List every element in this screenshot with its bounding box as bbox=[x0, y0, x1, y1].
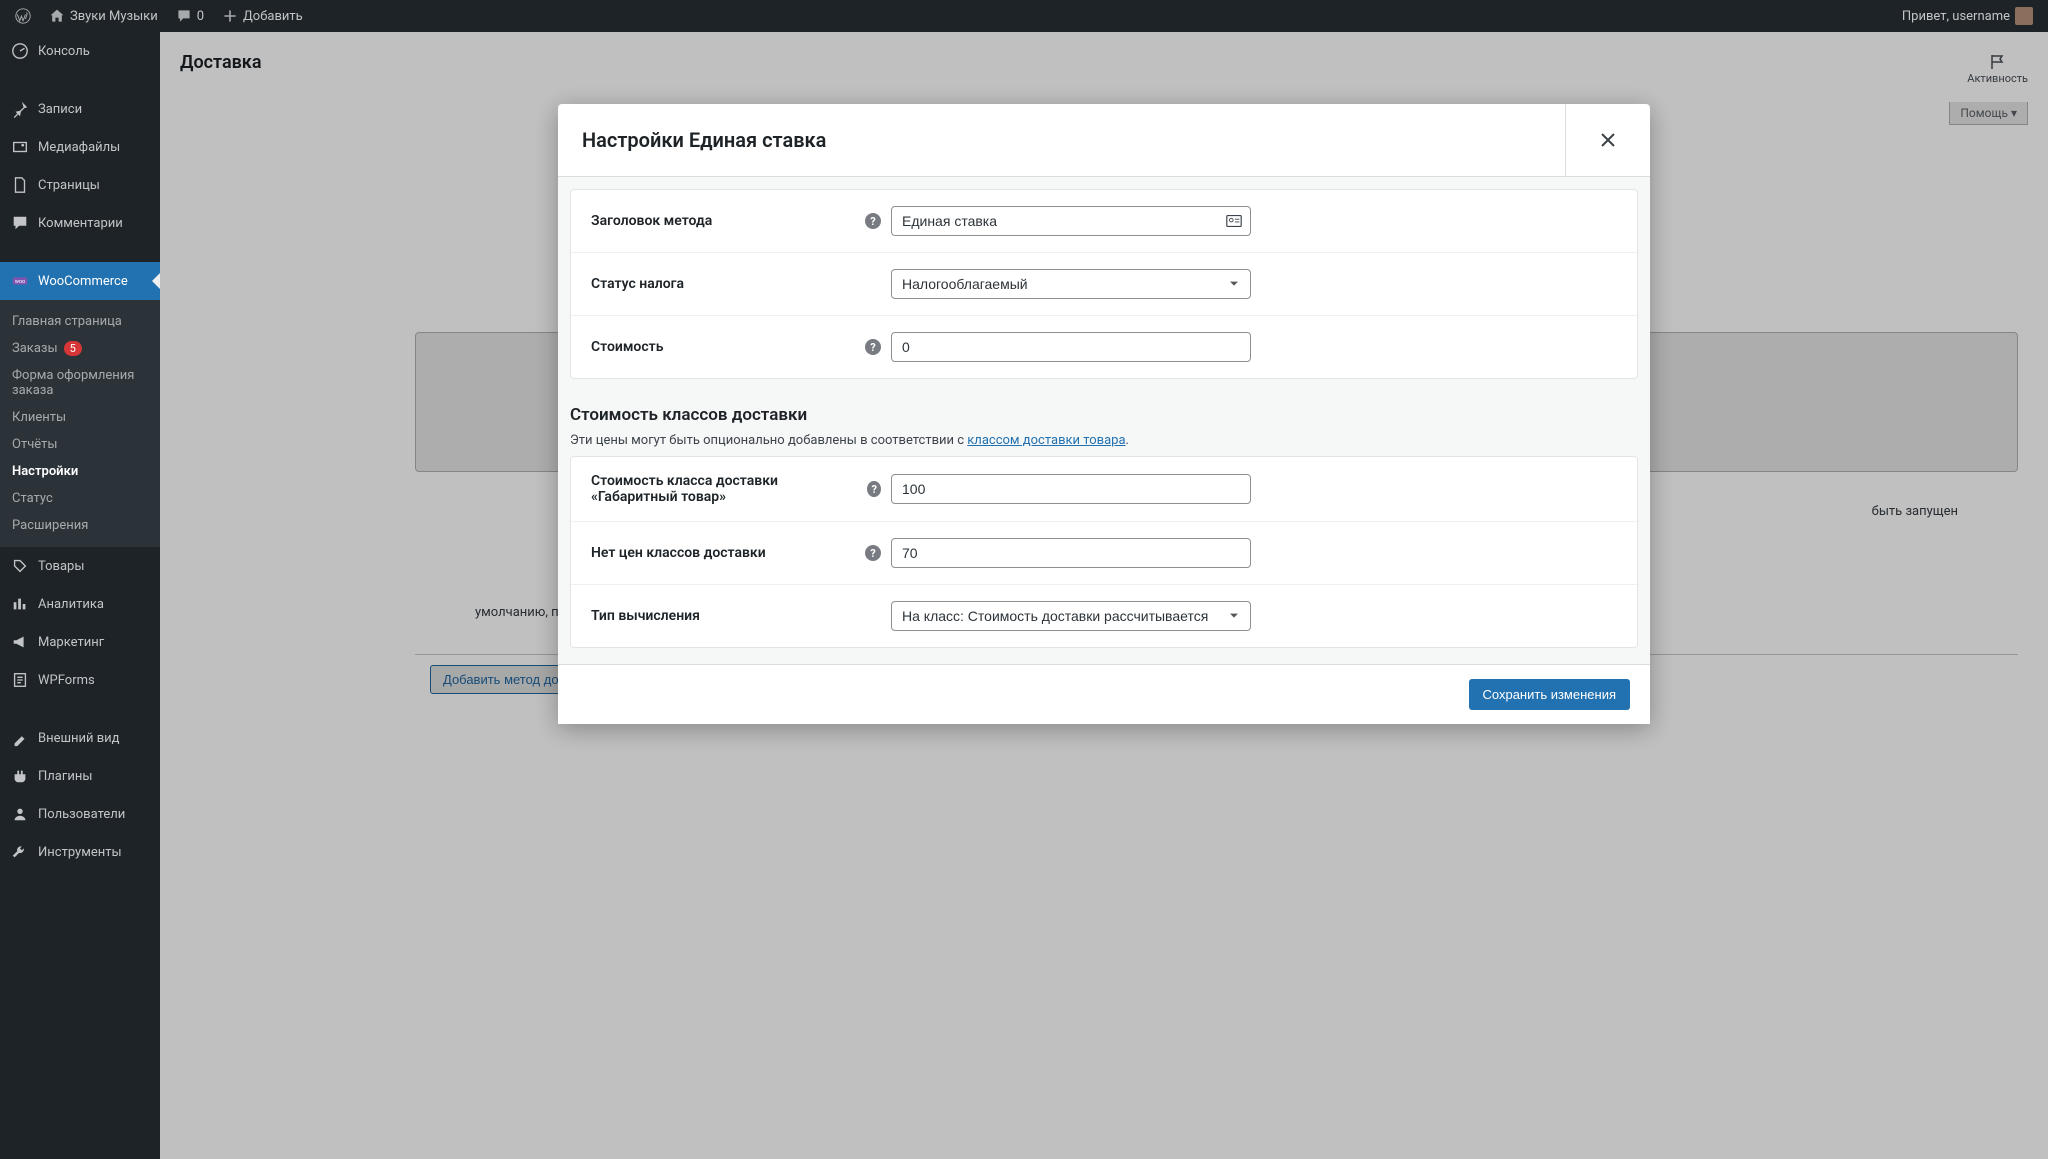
analytics-icon bbox=[10, 594, 30, 614]
page-icon bbox=[10, 175, 30, 195]
sidebar-subitem-status[interactable]: Статус bbox=[0, 485, 160, 512]
avatar bbox=[2015, 7, 2033, 25]
sidebar-item-marketing[interactable]: Маркетинг bbox=[0, 623, 160, 661]
admin-bar: Звуки Музыки 0 Добавить Привет, username bbox=[0, 0, 2048, 32]
cost-label: Стоимость bbox=[591, 339, 663, 355]
sidebar-subitem-extensions[interactable]: Расширения bbox=[0, 512, 160, 539]
comments-link[interactable]: 0 bbox=[171, 8, 209, 24]
modal-title: Настройки Единая ставка bbox=[582, 128, 826, 152]
help-icon[interactable]: ? bbox=[865, 213, 881, 229]
flat-rate-settings-modal: Настройки Единая ставка Заголовок метода… bbox=[558, 104, 1650, 724]
sidebar-subitem-settings[interactable]: Настройки bbox=[0, 458, 160, 485]
sidebar-label: Внешний вид bbox=[38, 731, 120, 746]
sidebar-label: Пользователи bbox=[38, 807, 125, 822]
home-icon bbox=[49, 8, 65, 24]
plugins-icon bbox=[10, 766, 30, 786]
method-title-input[interactable] bbox=[891, 206, 1251, 236]
marketing-icon bbox=[10, 632, 30, 652]
tax-status-label: Статус налога bbox=[591, 276, 684, 292]
wp-logo[interactable] bbox=[10, 8, 36, 24]
woocommerce-icon: woo bbox=[10, 271, 30, 291]
tools-icon bbox=[10, 842, 30, 862]
comment-icon bbox=[176, 8, 192, 24]
sidebar-item-plugins[interactable]: Плагины bbox=[0, 757, 160, 795]
sidebar-item-woocommerce[interactable]: woo WooCommerce bbox=[0, 262, 160, 300]
sidebar-item-pages[interactable]: Страницы bbox=[0, 166, 160, 204]
sidebar-label: Маркетинг bbox=[38, 635, 104, 650]
comment-icon bbox=[10, 213, 30, 233]
media-icon bbox=[10, 137, 30, 157]
sidebar-subitem-reports[interactable]: Отчёты bbox=[0, 431, 160, 458]
calc-type-label: Тип вычисления bbox=[591, 608, 700, 624]
greeting-text: Привет, username bbox=[1902, 9, 2010, 24]
sidebar-item-users[interactable]: Пользователи bbox=[0, 795, 160, 833]
wordpress-icon bbox=[15, 8, 31, 24]
sidebar-item-console[interactable]: Консоль bbox=[0, 32, 160, 70]
sidebar-label: Консоль bbox=[38, 44, 90, 59]
comment-count: 0 bbox=[197, 9, 204, 24]
sidebar-item-wpforms[interactable]: WPForms bbox=[0, 661, 160, 699]
wpforms-icon bbox=[10, 670, 30, 690]
shipping-class-heading: Стоимость классов доставки bbox=[570, 405, 1638, 425]
sidebar-subitem-customers[interactable]: Клиенты bbox=[0, 404, 160, 431]
sidebar-item-posts[interactable]: Записи bbox=[0, 90, 160, 128]
dashboard-icon bbox=[10, 41, 30, 61]
close-icon bbox=[1601, 133, 1615, 147]
sidebar-label: Инструменты bbox=[38, 845, 122, 860]
main-content: Доставка Активность Помощь ▾ быть запуще… bbox=[160, 32, 2048, 1159]
plus-icon bbox=[222, 8, 238, 24]
sidebar-label: Аналитика bbox=[38, 597, 104, 612]
sidebar-label: WooCommerce bbox=[38, 274, 128, 289]
sidebar-item-media[interactable]: Медиафайлы bbox=[0, 128, 160, 166]
orders-badge: 5 bbox=[64, 341, 82, 356]
calc-type-select[interactable]: На класс: Стоимость доставки рассчитывае… bbox=[891, 601, 1251, 631]
add-new-link[interactable]: Добавить bbox=[217, 8, 308, 24]
appearance-icon bbox=[10, 728, 30, 748]
help-icon[interactable]: ? bbox=[865, 339, 881, 355]
admin-sidebar: Консоль Записи Медиафайлы Страницы Комме… bbox=[0, 32, 160, 1159]
sidebar-label: WPForms bbox=[38, 673, 95, 688]
sidebar-label: Плагины bbox=[38, 769, 92, 784]
sidebar-label: Записи bbox=[38, 102, 82, 117]
site-name-link[interactable]: Звуки Музыки bbox=[44, 8, 163, 24]
modal-close-button[interactable] bbox=[1565, 104, 1650, 176]
sidebar-subitem-orders[interactable]: Заказы 5 bbox=[0, 335, 160, 362]
contact-card-icon bbox=[1225, 212, 1243, 230]
pin-icon bbox=[10, 99, 30, 119]
modal-overlay: Настройки Единая ставка Заголовок метода… bbox=[160, 32, 2048, 1159]
help-icon[interactable]: ? bbox=[867, 481, 881, 497]
sidebar-label: Медиафайлы bbox=[38, 140, 120, 155]
cost-input[interactable] bbox=[891, 332, 1251, 362]
site-name: Звуки Музыки bbox=[70, 9, 158, 24]
svg-text:woo: woo bbox=[15, 279, 25, 285]
no-class-cost-label: Нет цен классов доставки bbox=[591, 545, 766, 561]
gabarit-cost-label: Стоимость класса доставки «Габаритный то… bbox=[591, 473, 867, 505]
tax-status-select[interactable]: Налогооблагаемый bbox=[891, 269, 1251, 299]
sidebar-label: Товары bbox=[38, 559, 84, 574]
save-changes-button[interactable]: Сохранить изменения bbox=[1469, 679, 1631, 710]
sidebar-item-tools[interactable]: Инструменты bbox=[0, 833, 160, 871]
sidebar-subitem-checkout[interactable]: Форма оформления заказа bbox=[0, 362, 160, 404]
products-icon bbox=[10, 556, 30, 576]
sidebar-subitem-home[interactable]: Главная страница bbox=[0, 308, 160, 335]
users-icon bbox=[10, 804, 30, 824]
greeting-link[interactable]: Привет, username bbox=[1897, 7, 2038, 25]
sidebar-item-appearance[interactable]: Внешний вид bbox=[0, 719, 160, 757]
add-new-label: Добавить bbox=[243, 9, 303, 24]
shipping-class-description: Эти цены могут быть опционально добавлен… bbox=[570, 433, 1638, 448]
woocommerce-submenu: Главная страница Заказы 5 Форма оформлен… bbox=[0, 300, 160, 547]
sidebar-item-products[interactable]: Товары bbox=[0, 547, 160, 585]
sidebar-label: Страницы bbox=[38, 178, 100, 193]
sidebar-item-analytics[interactable]: Аналитика bbox=[0, 585, 160, 623]
sidebar-label: Комментарии bbox=[38, 216, 123, 231]
method-title-label: Заголовок метода bbox=[591, 213, 712, 229]
sidebar-item-comments[interactable]: Комментарии bbox=[0, 204, 160, 242]
no-class-cost-input[interactable] bbox=[891, 538, 1251, 568]
gabarit-cost-input[interactable] bbox=[891, 474, 1251, 504]
shipping-class-link[interactable]: классом доставки товара bbox=[967, 433, 1125, 448]
help-icon[interactable]: ? bbox=[865, 545, 881, 561]
